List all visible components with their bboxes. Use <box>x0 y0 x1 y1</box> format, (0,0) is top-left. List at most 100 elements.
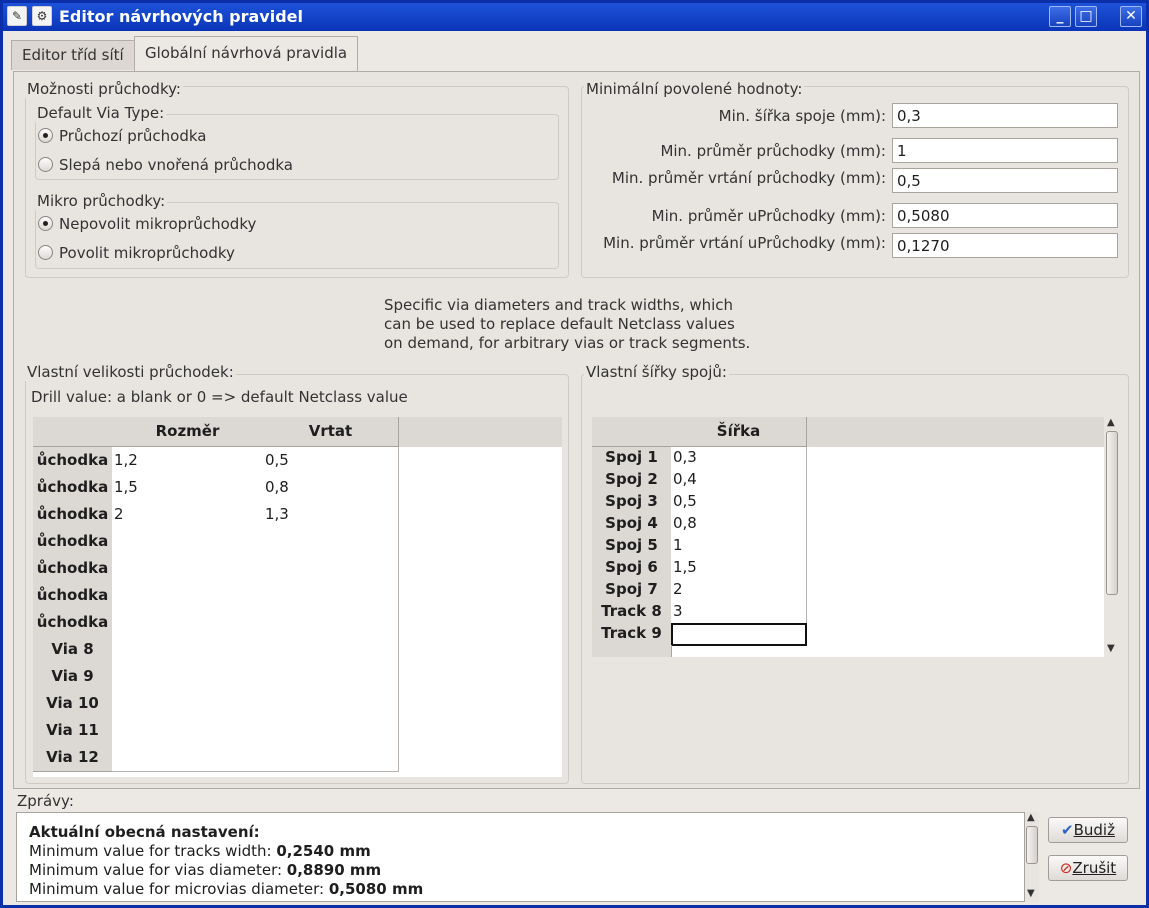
radio-selected-icon[interactable] <box>38 128 53 143</box>
column-header-size[interactable]: Rozměr <box>112 417 264 447</box>
via-drill-cell[interactable] <box>263 582 399 610</box>
min-microvia-diameter-input[interactable]: 0,5080 <box>892 203 1118 228</box>
row-header[interactable]: Via 10 <box>33 690 113 718</box>
radio-allow-microvias[interactable]: Povolit mikroprůchodky <box>38 244 235 262</box>
via-options-title: Možnosti průchodky: <box>25 80 183 98</box>
radio-blind-buried-via[interactable]: Slepá nebo vnořená průchodka <box>38 156 293 174</box>
messages-box: Aktuální obecná nastavení: Minimum value… <box>16 812 1025 902</box>
custom-track-widths-title: Vlastní šířky spojů: <box>584 363 729 381</box>
row-header[interactable]: Spoj 3 <box>592 491 672 514</box>
track-grid-scrollbar[interactable]: ▲ ▼ <box>1105 417 1119 657</box>
title-bar[interactable]: ✎ ⚙ Editor návrhových pravidel _ □ ✕ <box>3 3 1146 31</box>
row-header[interactable]: Spoj 1 <box>592 447 672 470</box>
message-line: Minimum value for tracks width: 0,2540 m… <box>29 842 371 860</box>
via-drill-cell[interactable] <box>263 555 399 583</box>
via-size-cell[interactable] <box>112 636 264 664</box>
row-header[interactable]: ůchodka <box>33 528 113 556</box>
scrollbar-thumb[interactable] <box>1106 431 1118 595</box>
scroll-down-icon[interactable]: ▼ <box>1027 888 1035 899</box>
via-drill-cell[interactable]: 1,3 <box>263 501 399 529</box>
via-size-cell[interactable] <box>112 717 264 745</box>
min-microvia-drill-input[interactable]: 0,1270 <box>892 233 1118 258</box>
row-header[interactable]: Via 11 <box>33 717 113 745</box>
row-header[interactable]: ůchodka <box>33 555 113 583</box>
via-drill-cell[interactable] <box>263 663 399 691</box>
messages-title: Zprávy: <box>15 792 76 810</box>
row-header[interactable]: ůchodka <box>33 501 113 529</box>
via-drill-cell[interactable] <box>263 744 399 772</box>
row-header[interactable]: Spoj 2 <box>592 469 672 492</box>
column-header-width[interactable]: Šířka <box>671 417 807 447</box>
row-header[interactable]: Via 12 <box>33 744 113 772</box>
row-header[interactable]: Via 9 <box>33 663 113 691</box>
track-width-cell[interactable]: 0,8 <box>671 513 807 536</box>
column-header-drill[interactable]: Vrtat <box>263 417 399 447</box>
via-drill-cell[interactable] <box>263 636 399 664</box>
row-header[interactable]: Spoj 4 <box>592 513 672 536</box>
row-header[interactable]: Spoj 7 <box>592 579 672 602</box>
row-header-partial[interactable] <box>592 645 672 657</box>
row-header[interactable]: ůchodka <box>33 474 113 502</box>
min-track-width-input[interactable]: 0,3 <box>892 103 1118 128</box>
ok-button[interactable]: ✔Budiž <box>1048 817 1128 843</box>
track-width-cell[interactable]: 1,5 <box>671 557 807 580</box>
via-size-cell[interactable] <box>112 690 264 718</box>
scroll-up-icon[interactable]: ▲ <box>1107 417 1115 428</box>
row-header[interactable]: Track 8 <box>592 601 672 624</box>
track-width-cell[interactable]: 0,5 <box>671 491 807 514</box>
messages-scrollbar[interactable]: ▲ ▼ <box>1025 812 1039 902</box>
track-width-cell[interactable]: 2 <box>671 579 807 602</box>
grid-corner[interactable] <box>33 417 113 447</box>
track-width-cell[interactable]: 1 <box>671 535 807 558</box>
via-size-cell[interactable] <box>112 744 264 772</box>
scroll-up-icon[interactable]: ▲ <box>1027 812 1035 823</box>
minimize-icon[interactable]: _ <box>1049 6 1071 27</box>
row-header[interactable]: ůchodka <box>33 447 113 475</box>
cancel-button[interactable]: ⊘Zrušit <box>1048 855 1128 881</box>
row-header[interactable]: ůchodka <box>33 609 113 637</box>
row-header[interactable]: Via 8 <box>33 636 113 664</box>
maximize-icon[interactable]: □ <box>1075 6 1097 27</box>
via-drill-cell[interactable] <box>263 528 399 556</box>
row-header[interactable]: Track 9 <box>592 623 672 646</box>
drill-note: Drill value: a blank or 0 => default Net… <box>31 388 408 406</box>
radio-through-via[interactable]: Průchozí průchodka <box>38 127 206 145</box>
via-size-cell[interactable]: 1,5 <box>112 474 264 502</box>
via-size-cell[interactable] <box>112 609 264 637</box>
via-size-cell[interactable] <box>112 555 264 583</box>
via-size-cell[interactable]: 1,2 <box>112 447 264 475</box>
scrollbar-thumb[interactable] <box>1026 826 1038 864</box>
min-via-drill-input[interactable]: 0,5 <box>892 168 1118 193</box>
track-width-cell[interactable] <box>671 623 807 646</box>
custom-via-sizes-title: Vlastní velikosti průchodek: <box>25 363 236 381</box>
via-drill-cell[interactable] <box>263 609 399 637</box>
via-size-cell[interactable]: 2 <box>112 501 264 529</box>
via-size-cell[interactable] <box>112 582 264 610</box>
via-drill-cell[interactable] <box>263 717 399 745</box>
tab-global-rules[interactable]: Globální návrhová pravidla <box>134 36 359 72</box>
track-width-cell[interactable]: 3 <box>671 601 807 624</box>
tab-netclass-editor[interactable]: Editor tříd sítí <box>11 40 135 70</box>
via-drill-cell[interactable] <box>263 690 399 718</box>
message-line: Minimum value for vias diameter: 0,8890 … <box>29 861 382 879</box>
via-drill-cell[interactable]: 0,8 <box>263 474 399 502</box>
scroll-down-icon[interactable]: ▼ <box>1107 643 1115 654</box>
radio-unselected-icon[interactable] <box>38 157 53 172</box>
via-drill-cell[interactable]: 0,5 <box>263 447 399 475</box>
row-header[interactable]: ůchodka <box>33 582 113 610</box>
track-widths-grid: Šířka Spoj 1 0,3 Spoj 2 0,4 Spoj 3 0,5 Spoj 40… <box>592 417 1104 657</box>
track-width-cell[interactable]: 0,4 <box>671 469 807 492</box>
min-via-diameter-input[interactable]: 1 <box>892 138 1118 163</box>
window-menu-icon[interactable]: ⚙ <box>32 6 52 26</box>
radio-disallow-microvias[interactable]: Nepovolit mikroprůchodky <box>38 215 256 233</box>
radio-unselected-icon[interactable] <box>38 245 53 260</box>
row-header[interactable]: Spoj 6 <box>592 557 672 580</box>
radio-selected-icon[interactable] <box>38 216 53 231</box>
via-size-cell[interactable] <box>112 663 264 691</box>
via-size-cell[interactable] <box>112 528 264 556</box>
grid-corner[interactable] <box>592 417 672 447</box>
close-icon[interactable]: ✕ <box>1120 6 1142 27</box>
row-header[interactable]: Spoj 5 <box>592 535 672 558</box>
min-microvia-drill-label: Min. průměr vrtání uPrůchodky (mm): <box>603 234 886 252</box>
track-width-cell[interactable]: 0,3 <box>671 447 807 470</box>
